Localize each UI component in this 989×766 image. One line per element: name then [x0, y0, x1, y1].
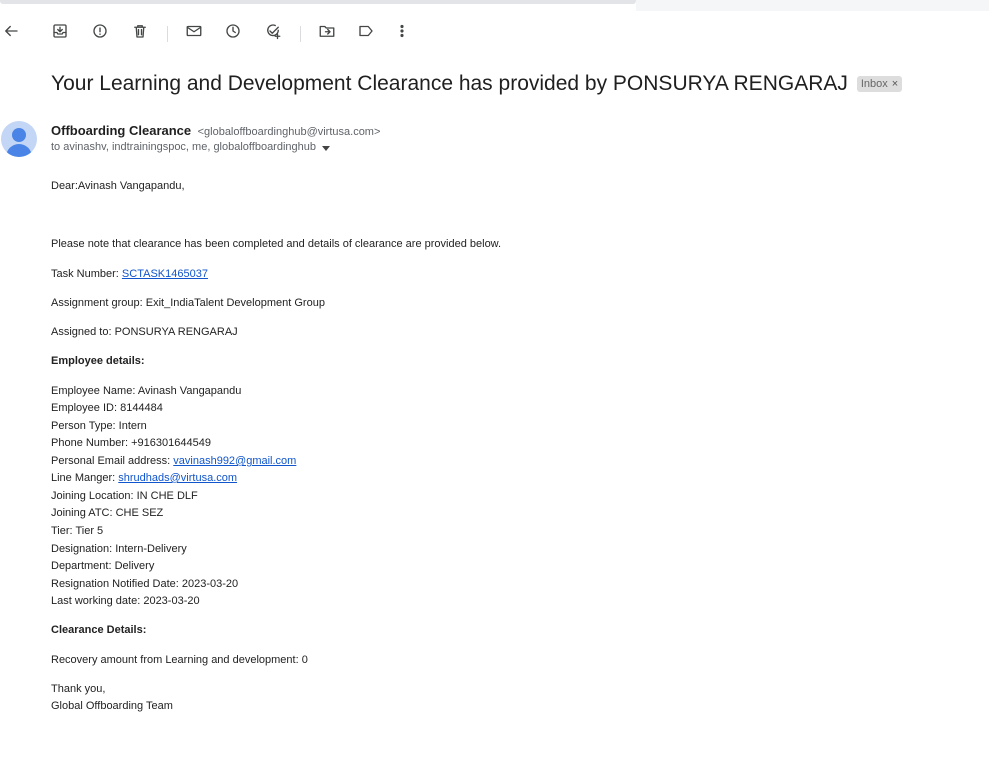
avatar[interactable] [1, 121, 37, 157]
greeting: Dear:Avinash Vangapandu, [51, 180, 185, 192]
phone-number: Phone Number: +916301644549 [51, 437, 211, 449]
sender-email: <globaloffboardinghub@virtusa.com> [197, 126, 381, 138]
personal-email-line: Personal Email address: vavinash992@gmai… [51, 455, 296, 467]
message-toolbar [0, 18, 989, 46]
mark-unread-button[interactable] [183, 22, 205, 44]
assignment-group: Assignment group: Exit_IndiaTalent Devel… [51, 297, 325, 309]
add-task-icon [264, 22, 282, 45]
line-manager-line: Line Manger: shrudhads@virtusa.com [51, 472, 237, 484]
personal-email-label: Personal Email address: [51, 455, 174, 467]
label-button[interactable] [355, 22, 377, 44]
delete-button[interactable] [129, 22, 151, 44]
task-number-label: Task Number: [51, 268, 122, 280]
snooze-icon [224, 22, 242, 45]
recovery-amount: Recovery amount from Learning and develo… [51, 654, 308, 666]
employee-name: Employee Name: Avinash Vangapandu [51, 385, 242, 397]
trash-icon [131, 22, 149, 45]
more-vert-icon [393, 22, 411, 45]
avatar-body [6, 144, 32, 157]
personal-email-link[interactable]: vavinash992@gmail.com [173, 455, 296, 467]
toolbar-divider [167, 26, 168, 42]
inbox-label-chip[interactable]: Inbox × [856, 76, 903, 92]
closing: Thank you, [51, 683, 106, 695]
move-to-button[interactable] [316, 22, 338, 44]
clearance-details-header: Clearance Details: [51, 624, 147, 636]
employee-details-header: Employee details: [51, 355, 145, 367]
tier: Tier: Tier 5 [51, 525, 104, 537]
archive-button[interactable] [49, 22, 71, 44]
designation: Designation: Intern-Delivery [51, 543, 187, 555]
subject-row: Your Learning and Development Clearance … [51, 70, 903, 98]
report-spam-icon [91, 22, 109, 45]
show-details-icon[interactable] [322, 146, 330, 151]
line-manager-label: Line Manger: [51, 472, 119, 484]
task-number-link[interactable]: SCTASK1465037 [122, 268, 208, 280]
department: Department: Delivery [51, 560, 155, 572]
scrollbar-track [636, 0, 989, 11]
task-number-line: Task Number: SCTASK1465037 [51, 268, 208, 280]
line-manager-link[interactable]: shrudhads@virtusa.com [118, 472, 237, 484]
more-options-button[interactable] [391, 22, 413, 44]
email-subject: Your Learning and Development Clearance … [51, 72, 848, 95]
back-button[interactable] [0, 22, 22, 44]
sender-name[interactable]: Offboarding Clearance [51, 123, 191, 138]
scrollbar-thumb[interactable] [0, 0, 636, 4]
move-to-icon [318, 22, 336, 45]
sender-line: Offboarding Clearance <globaloffboarding… [51, 122, 380, 140]
recipients-line: to avinashv, indtrainingspoc, me, global… [51, 141, 330, 153]
avatar-head [12, 128, 26, 142]
add-task-button[interactable] [262, 22, 284, 44]
toolbar-divider [300, 26, 301, 42]
remove-label-icon[interactable]: × [892, 78, 898, 90]
mark-unread-icon [185, 22, 203, 45]
top-scrollbar[interactable] [0, 0, 989, 11]
intro-text: Please note that clearance has been comp… [51, 238, 502, 250]
label-chip-text: Inbox [860, 78, 888, 90]
resignation-date: Resignation Notified Date: 2023-03-20 [51, 578, 239, 590]
assigned-to: Assigned to: PONSURYA RENGARAJ [51, 326, 238, 338]
employee-id: Employee ID: 8144484 [51, 402, 163, 414]
joining-atc: Joining ATC: CHE SEZ [51, 507, 164, 519]
signature: Global Offboarding Team [51, 700, 173, 712]
arrow-left-icon [2, 22, 20, 45]
last-working-date: Last working date: 2023-03-20 [51, 595, 200, 607]
recipients-text: to avinashv, indtrainingspoc, me, global… [51, 141, 316, 153]
snooze-button[interactable] [222, 22, 244, 44]
archive-icon [51, 22, 69, 45]
person-type: Person Type: Intern [51, 420, 147, 432]
report-spam-button[interactable] [89, 22, 111, 44]
joining-location: Joining Location: IN CHE DLF [51, 490, 198, 502]
label-icon [357, 22, 375, 45]
